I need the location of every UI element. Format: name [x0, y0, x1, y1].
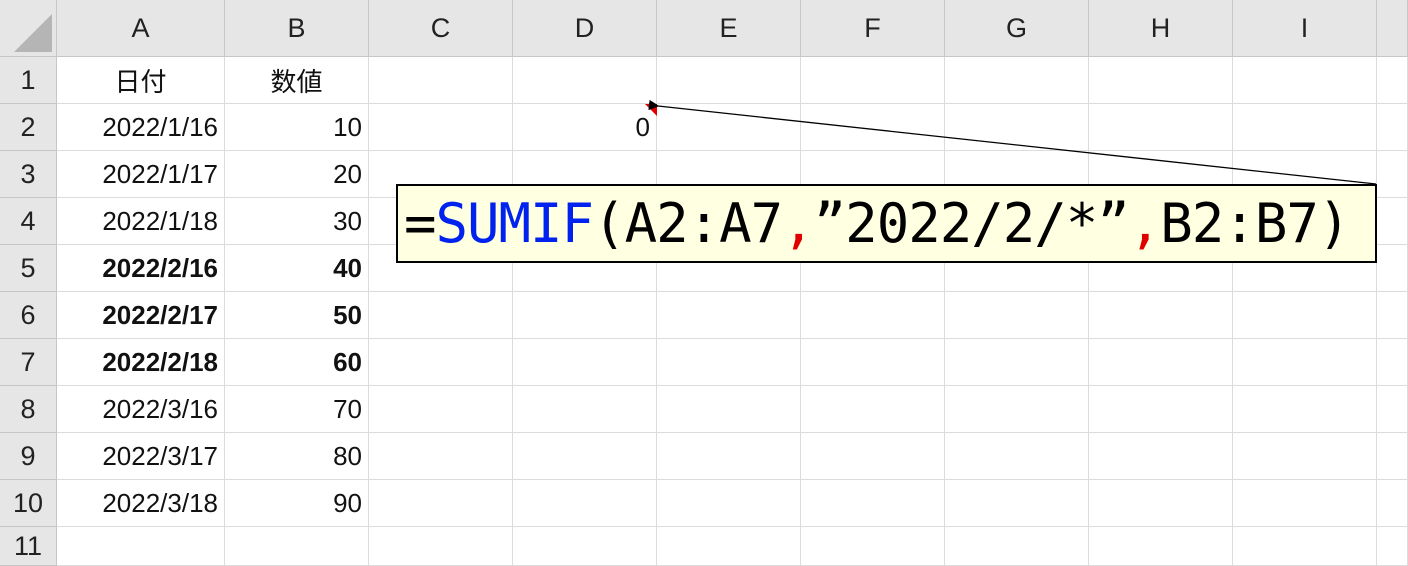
formula-criteria-arg: ”2022/2/*” [813, 192, 1130, 255]
formula-separator: , [1128, 192, 1162, 255]
formula-sum-range-arg: B2:B7) [1160, 192, 1350, 255]
formula-separator: , [782, 192, 815, 255]
formula-comment-note[interactable]: = SUMIF (A2:A7, ”2022/2/*”, B2:B7) [396, 184, 1377, 263]
formula-function-name: SUMIF [435, 192, 595, 255]
formula-equals: = [404, 192, 437, 255]
comment-connector-arrow [648, 99, 1377, 185]
formula-range-arg: (A2:A7 [593, 192, 783, 255]
